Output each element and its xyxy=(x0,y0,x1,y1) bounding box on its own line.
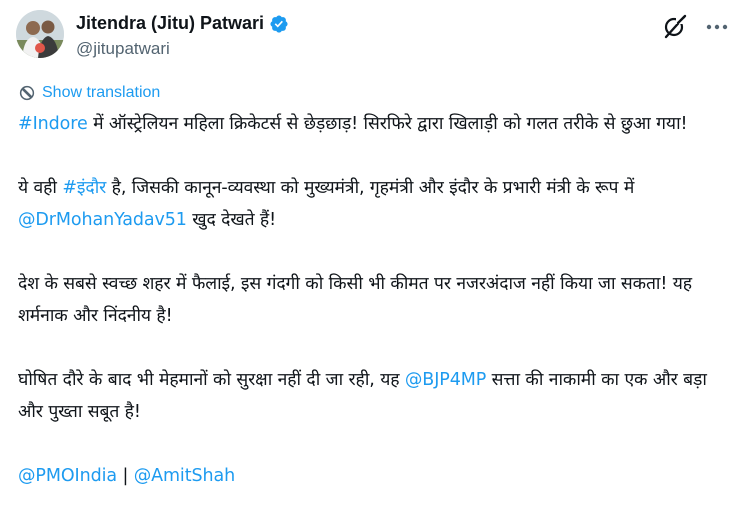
show-translation-label[interactable]: Show translation xyxy=(42,84,160,102)
author-name[interactable]: Jitendra (Jitu) Patwari xyxy=(76,13,264,34)
avatar[interactable] xyxy=(16,10,64,58)
post-paragraph-1: #Indore में ऑस्ट्रेलियन महिला क्रिकेटर्स… xyxy=(18,108,734,140)
translate-icon xyxy=(19,85,35,101)
author-handle[interactable]: @jitupatwari xyxy=(76,39,170,59)
mention-drmohanyadav51-link[interactable]: @DrMohanYadav51 xyxy=(18,210,187,230)
mention-pmoindia-link[interactable]: @PMOIndia xyxy=(18,466,117,486)
verified-badge-icon xyxy=(270,14,288,33)
post-paragraph-5: @PMOIndia | @AmitShah xyxy=(18,460,734,492)
mention-bjp4mp-link[interactable]: @BJP4MP xyxy=(405,370,486,390)
show-translation-link[interactable]: Show translation xyxy=(18,84,160,102)
paragraph-1-text: में ऑस्ट्रेलियन महिला क्रिकेटर्स से छेड़… xyxy=(87,114,688,134)
mention-amitshah-link[interactable]: @AmitShah xyxy=(134,466,235,486)
paragraph-2-post: खुद देखते हैं! xyxy=(186,210,277,230)
post-header: Jitendra (Jitu) Patwari @jitupatwari xyxy=(16,10,734,66)
grok-icon[interactable] xyxy=(662,14,688,40)
mention-separator: | xyxy=(116,466,134,486)
paragraph-2-mid: है, जिसकी कानून-व्यवस्था को मुख्यमंत्री,… xyxy=(106,178,635,198)
avatar-image xyxy=(16,10,64,58)
post-paragraph-3: देश के सबसे स्वच्छ शहर में फैलाई, इस गंद… xyxy=(18,274,692,326)
more-options-icon[interactable] xyxy=(704,16,730,38)
post-text: #Indore में ऑस्ट्रेलियन महिला क्रिकेटर्स… xyxy=(18,108,734,492)
paragraph-2-pre: ये वही xyxy=(18,178,63,198)
paragraph-4-pre: घोषित दौरे के बाद भी मेहमानों को सुरक्षा… xyxy=(18,370,405,390)
post-paragraph-2: ये वही #इंदौर है, जिसकी कानून-व्यवस्था क… xyxy=(18,172,734,236)
post-paragraph-4: घोषित दौरे के बाद भी मेहमानों को सुरक्षा… xyxy=(18,364,734,428)
hashtag-indore-link[interactable]: #Indore xyxy=(18,114,88,134)
hashtag-indore-hindi-link[interactable]: #इंदौर xyxy=(62,178,106,198)
